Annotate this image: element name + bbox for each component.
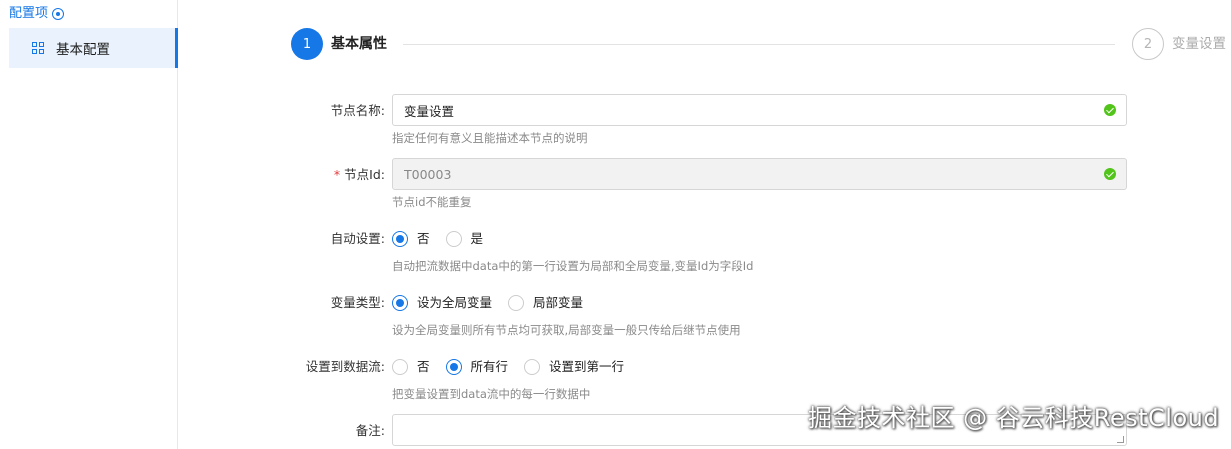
step-1-label[interactable]: 基本属性 (331, 35, 387, 53)
radio-checked-icon[interactable] (392, 295, 408, 311)
radio-label: 是 (470, 231, 484, 246)
set-to-stream-label: 设置到数据流: (305, 359, 385, 374)
radio-unchecked-icon[interactable] (524, 359, 541, 375)
radio-label: 设为全局变量 (417, 295, 493, 310)
radio-label: 否 (417, 231, 430, 246)
var-type-option-local[interactable]: 局部变量 (508, 294, 583, 312)
set-to-stream-option-no[interactable]: 否 (392, 358, 430, 376)
required-asterisk: * (333, 167, 341, 182)
set-to-stream-option-first-row[interactable]: 设置到第一行 (524, 358, 624, 376)
check-circle-icon (1104, 168, 1116, 180)
sidebar: 配置项 基本配置 (0, 0, 178, 449)
var-type-label: 变量类型: (330, 295, 385, 310)
sidebar-item-basic-config[interactable]: 基本配置 (9, 28, 178, 68)
remark-label: 备注: (355, 423, 385, 438)
watermark: 掘金技术社区 @ 谷云科技RestCloud (808, 404, 1220, 432)
node-id-input[interactable] (393, 159, 1093, 189)
radio-unchecked-icon[interactable] (445, 231, 462, 247)
radio-label: 否 (417, 359, 430, 374)
auto-set-label: 自动设置: (330, 231, 385, 246)
sidebar-item-label: 基本配置 (56, 42, 110, 58)
radio-label: 局部变量 (533, 295, 584, 310)
node-name-input[interactable] (393, 95, 1093, 125)
auto-set-option-no[interactable]: 否 (392, 230, 430, 248)
var-type-radio-group: 设为全局变量 局部变量 (392, 294, 599, 312)
node-id-help: 节点id不能重复 (392, 195, 472, 209)
radio-checked-icon[interactable] (392, 231, 408, 247)
radio-unchecked-icon[interactable] (392, 359, 408, 375)
auto-set-radio-group: 否 是 (392, 230, 499, 248)
step-2-circle[interactable]: 2 (1132, 28, 1164, 60)
radio-checked-icon[interactable] (445, 359, 462, 375)
check-circle-icon (1104, 104, 1116, 116)
radio-unchecked-icon[interactable] (508, 295, 525, 311)
sidebar-title-label: 配置项 (9, 6, 49, 21)
grid-icon (32, 42, 44, 54)
node-name-field[interactable] (392, 94, 1127, 126)
settings-circle-icon[interactable] (52, 8, 65, 20)
step-2-label[interactable]: 变量设置 (1172, 35, 1226, 53)
set-to-stream-radio-group: 否 所有行 设置到第一行 (392, 358, 640, 376)
auto-set-help: 自动把流数据中data中的第一行设置为局部和全局变量,变量Id为字段Id (392, 259, 754, 273)
sidebar-title: 配置项 (9, 5, 65, 23)
radio-label: 所有行 (470, 359, 509, 374)
node-id-label: 节点Id: (344, 167, 385, 182)
set-to-stream-help: 把变量设置到data流中的每一行数据中 (392, 387, 591, 401)
var-type-option-global[interactable]: 设为全局变量 (392, 294, 492, 312)
node-id-field[interactable] (392, 158, 1127, 190)
var-type-help: 设为全局变量则所有节点均可获取,局部变量一般只传给后继节点使用 (392, 323, 741, 337)
node-name-label: 节点名称: (330, 103, 385, 118)
radio-label: 设置到第一行 (549, 359, 625, 374)
step-1-circle[interactable]: 1 (291, 28, 323, 60)
node-name-help: 指定任何有意义且能描述本节点的说明 (392, 131, 588, 145)
resize-handle-icon[interactable] (1117, 436, 1124, 443)
set-to-stream-option-all-rows[interactable]: 所有行 (445, 358, 509, 376)
auto-set-option-yes[interactable]: 是 (445, 230, 484, 248)
step-connector-line (403, 44, 1115, 45)
node-id-label-wrap: * 节点Id: (334, 166, 385, 184)
